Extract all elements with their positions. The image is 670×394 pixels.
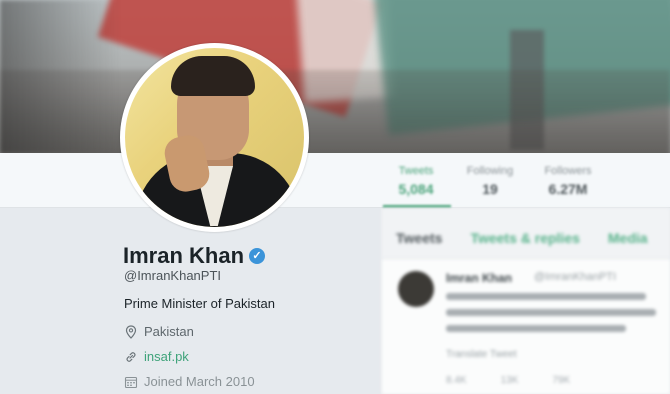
profile-nav: Tweets 5,084 Following 19 Followers 6.27…: [0, 153, 670, 208]
tweet-avatar[interactable]: [398, 271, 434, 307]
stat-tweets[interactable]: Tweets 5,084: [381, 165, 451, 197]
tweets-panel: Tweets Tweets & replies Media Imran Khan…: [382, 208, 670, 394]
calendar-icon: [124, 376, 138, 388]
profile-name[interactable]: Imran Khan: [123, 243, 244, 269]
tab-media[interactable]: Media: [608, 230, 648, 246]
website-link[interactable]: insaf.pk: [144, 349, 189, 364]
location-pin-icon: [125, 324, 137, 339]
profile-website[interactable]: insaf.pk: [124, 349, 189, 364]
tweet-text-line: [446, 293, 646, 300]
stat-following-label: Following: [466, 165, 514, 177]
tweet-handle[interactable]: @ImranKhanPTI: [534, 271, 616, 283]
stat-tweets-label: Tweets: [398, 165, 434, 177]
stat-followers-value: 6.27M: [548, 181, 588, 197]
avatar-hair: [171, 56, 255, 96]
location-text: Pakistan: [144, 324, 194, 339]
retweet-count[interactable]: 13K: [501, 375, 519, 386]
profile-card: Imran Khan ✓ @ImranKhanPTI Prime Ministe…: [0, 208, 381, 394]
translate-tweet-link[interactable]: Translate Tweet: [446, 349, 517, 360]
profile-location: Pakistan: [124, 324, 194, 339]
tweets-tabs: Tweets Tweets & replies Media: [396, 230, 648, 246]
tweet-author[interactable]: Imran Khan: [446, 271, 512, 285]
verified-badge-icon: ✓: [249, 248, 266, 264]
stat-following-value: 19: [482, 181, 498, 197]
profile-avatar[interactable]: [120, 43, 309, 232]
banner-shadow: [0, 0, 120, 153]
stat-followers-label: Followers: [544, 165, 592, 177]
stat-tweets-value: 5,084: [398, 181, 434, 197]
profile-banner: [0, 0, 670, 153]
tab-tweets-replies[interactable]: Tweets & replies: [470, 230, 579, 246]
joined-text: Joined March 2010: [144, 374, 255, 389]
avatar-photo: [125, 48, 304, 227]
tweet-card[interactable]: Imran Khan @ImranKhanPTI Translate Tweet…: [382, 258, 670, 394]
profile-bio: Prime Minister of Pakistan: [124, 296, 275, 311]
like-count[interactable]: 79K: [552, 375, 570, 386]
tweet-text-line: [446, 325, 626, 332]
stat-following[interactable]: Following 19: [455, 165, 525, 197]
profile-handle[interactable]: @ImranKhanPTI: [124, 268, 221, 283]
stat-followers[interactable]: Followers 6.27M: [533, 165, 603, 197]
tab-tweets[interactable]: Tweets: [396, 230, 442, 246]
name-row: Imran Khan ✓: [123, 243, 266, 269]
link-icon: [126, 351, 136, 362]
reply-count[interactable]: 8.4K: [446, 375, 467, 386]
tweet-actions: 8.4K 13K 79K: [446, 375, 570, 386]
profile-joined: Joined March 2010: [124, 374, 255, 389]
tweet-text-line: [446, 309, 656, 316]
